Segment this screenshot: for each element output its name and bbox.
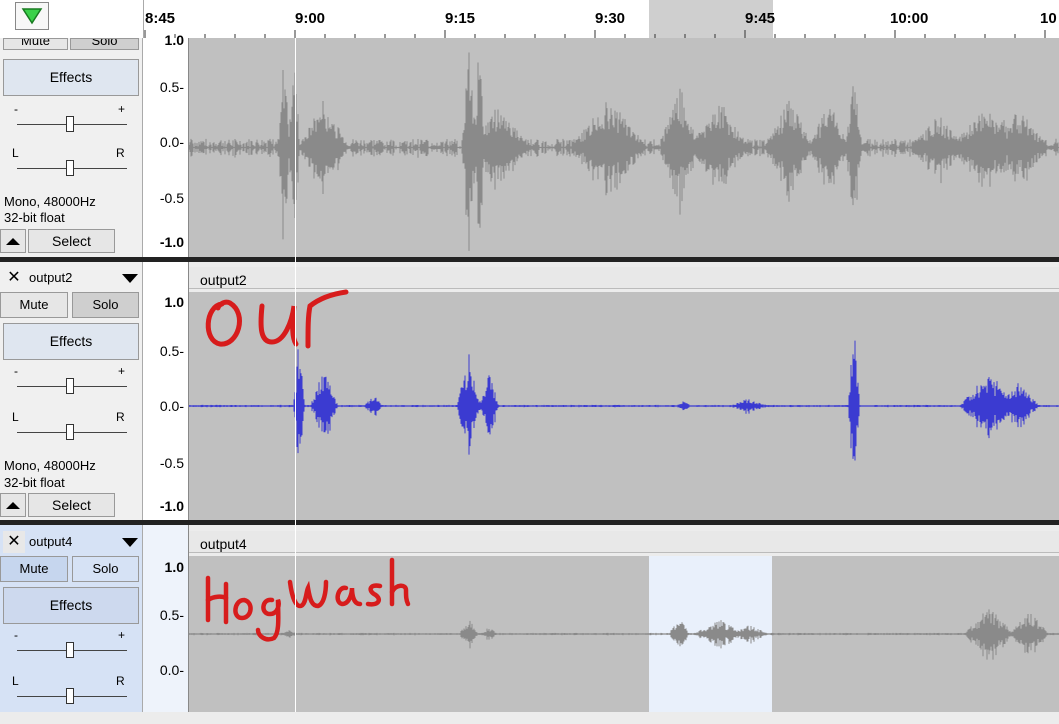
- ruler-tick-label: 9:00: [295, 10, 326, 27]
- scale-label: -1.0: [159, 498, 184, 514]
- mute-button[interactable]: Mute: [0, 556, 68, 582]
- gain-plus-label: +: [118, 628, 126, 642]
- ruler-tick-label: 9:15: [445, 10, 476, 27]
- gain-minus-label: -: [14, 628, 18, 642]
- track-format-rate: Mono, 48000Hz: [4, 194, 96, 209]
- chevron-down-icon[interactable]: [122, 538, 138, 547]
- track2-amplitude-scale: 1.0 0.5- 0.0- -0.5 -1.0: [143, 262, 189, 520]
- waveform-samples: [189, 340, 1058, 461]
- select-button[interactable]: Select: [28, 229, 115, 253]
- track1-control-panel: Mute Solo Effects - + L R Mono, 48000Hz …: [0, 38, 143, 257]
- pan-right-label: R: [116, 674, 125, 688]
- ruler-tick-label: 10: [1040, 10, 1057, 27]
- close-track-icon[interactable]: ✕: [3, 531, 25, 553]
- pan-left-label: L: [12, 410, 19, 424]
- gain-minus-label: -: [14, 102, 18, 116]
- gain-plus-label: +: [118, 102, 126, 116]
- track-format-bits: 32-bit float: [4, 210, 65, 225]
- select-button[interactable]: Select: [28, 493, 115, 517]
- solo-button[interactable]: Solo: [72, 292, 139, 318]
- chevron-down-icon[interactable]: [122, 274, 138, 283]
- pan-slider-thumb[interactable]: [66, 160, 74, 176]
- gain-slider-thumb[interactable]: [66, 642, 74, 658]
- gain-plus-label: +: [118, 364, 126, 378]
- pan-slider-thumb[interactable]: [66, 688, 74, 704]
- scale-label: 1.0: [164, 294, 184, 310]
- scale-label: 0.0-: [159, 134, 184, 150]
- scale-label: 0.0-: [159, 662, 184, 678]
- track3-amplitude-scale: 1.0 0.5- 0.0-: [143, 525, 189, 724]
- pan-left-label: L: [12, 146, 19, 160]
- scale-label: -1.0: [159, 234, 184, 250]
- triangle-up-icon: [6, 502, 20, 509]
- track1-amplitude-scale: 1.0 0.5- 0.0- -0.5 -1.0: [143, 32, 189, 257]
- scale-label: 0.0-: [159, 398, 184, 414]
- ruler-tick-label: 9:30: [595, 10, 626, 27]
- pan-left-label: L: [12, 674, 19, 688]
- effects-button[interactable]: Effects: [3, 323, 139, 360]
- scale-label: -0.5: [159, 190, 184, 206]
- play-position-line: [295, 38, 296, 712]
- triangle-up-icon: [6, 238, 20, 245]
- effects-button[interactable]: Effects: [3, 59, 139, 96]
- ruler-tick-label: 10:00: [890, 10, 929, 27]
- track-format-bits: 32-bit float: [4, 475, 65, 490]
- triangle-down-icon: [21, 8, 43, 25]
- track1-waveform[interactable]: [189, 38, 1059, 257]
- waveform-samples: [189, 52, 1059, 251]
- scale-label: -0.5: [159, 455, 184, 471]
- waveform-svg: [189, 52, 1059, 251]
- ruler-tick-label: 8:45: [145, 10, 176, 27]
- track-name-menu[interactable]: output4: [29, 531, 72, 553]
- scale-label: 0.5-: [159, 607, 184, 623]
- gain-slider-thumb[interactable]: [66, 378, 74, 394]
- mute-button[interactable]: Mute: [3, 38, 68, 50]
- pan-right-label: R: [116, 410, 125, 424]
- pan-slider-thumb[interactable]: [66, 424, 74, 440]
- solo-button[interactable]: Solo: [72, 556, 139, 582]
- track-name-menu[interactable]: output2: [29, 267, 72, 289]
- mute-button[interactable]: Mute: [0, 292, 68, 318]
- collapse-button[interactable]: [0, 229, 26, 253]
- gain-minus-label: -: [14, 364, 18, 378]
- track3-control-panel: ✕ output4 Mute Solo Effects - + L R: [0, 525, 143, 724]
- collapse-button[interactable]: [0, 493, 26, 517]
- scale-label: 0.5-: [159, 343, 184, 359]
- effects-button[interactable]: Effects: [3, 587, 139, 624]
- timeline-ruler[interactable]: 8:45 9:00 9:15 9:30 9:45 10:00 10: [0, 0, 1059, 39]
- close-track-icon[interactable]: ✕: [3, 267, 25, 289]
- track2-control-panel: ✕ output2 Mute Solo Effects - + L R Mono…: [0, 262, 143, 520]
- scale-label: 1.0: [164, 559, 184, 575]
- pan-right-label: R: [116, 146, 125, 160]
- solo-button[interactable]: Solo: [70, 38, 139, 50]
- bottom-strip: [0, 712, 1059, 724]
- ruler-tick-label: 9:45: [745, 10, 776, 27]
- timeline-options-button[interactable]: [15, 2, 49, 30]
- gain-slider-thumb[interactable]: [66, 116, 74, 132]
- handwritten-annotation: [205, 557, 411, 642]
- track-format-rate: Mono, 48000Hz: [4, 458, 96, 473]
- handwritten-annotation: [205, 289, 349, 349]
- scale-label: 1.0: [164, 32, 184, 48]
- scale-label: 0.5-: [159, 79, 184, 95]
